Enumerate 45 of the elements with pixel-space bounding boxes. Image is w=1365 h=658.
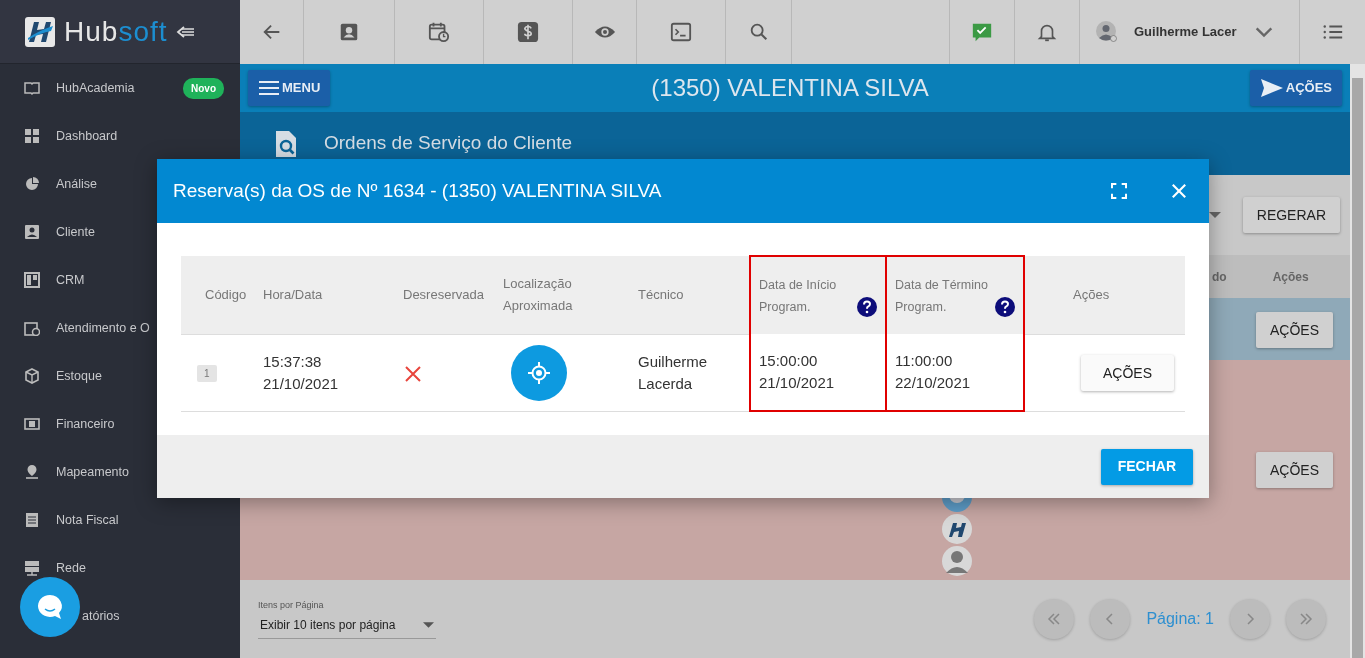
column-header: Data de Início Program. (759, 276, 838, 316)
column-header: Ações (1073, 286, 1110, 302)
table-cell-text: 21/10/2021 (759, 373, 836, 393)
section-title: Ordens de Serviço do Cliente (324, 131, 573, 156)
column-header: Desreservada (403, 286, 484, 302)
actions-button[interactable]: AÇÕES (1256, 312, 1333, 348)
menu-item-label[interactable]: Nota Fiscal (56, 510, 119, 530)
menu-item-label[interactable]: HubAcademia (56, 78, 135, 98)
menu-item-label[interactable]: Estoque (56, 366, 102, 386)
column-header: Data de Término Program. (895, 276, 989, 316)
menu-item-label[interactable]: Dashboard (56, 126, 118, 146)
table-cell-text: Guilherme Lacerda (638, 351, 709, 394)
column-header: Ações (1272, 268, 1309, 286)
column-header: do (1212, 268, 1227, 286)
column-header: Localização Aproximada (503, 275, 573, 313)
column-header: Código (205, 286, 247, 302)
code-badge: 1 (197, 364, 217, 382)
menu-button[interactable]: MENU (248, 70, 331, 106)
user-name[interactable]: Guilherme Lacer (1134, 22, 1237, 42)
menu-item-label[interactable]: atórios (82, 606, 120, 626)
regenerate-button[interactable]: REGERAR (1242, 197, 1340, 233)
menu-item-label[interactable]: Atendimento e O (56, 318, 150, 338)
table-cell-text: 15:00:00 (759, 351, 819, 371)
actions-button[interactable]: AÇÕES (1081, 354, 1174, 391)
logo-text: Hubsoft (64, 14, 168, 49)
actions-button[interactable]: AÇÕES (1256, 452, 1333, 488)
dialog-title: Reserva(s) da OS de Nº 1634 - (1350) VALENTINA SILVA (173, 178, 663, 203)
table-cell-text: 15:37:38 (263, 351, 323, 372)
table-cell-text: 22/10/2021 (895, 373, 972, 393)
actions-button[interactable]: AÇÕES (1249, 70, 1342, 106)
page-indicator: Página: 1 (1146, 609, 1214, 629)
menu-item-label[interactable]: CRM (56, 270, 85, 290)
items-per-page-select[interactable]: Exibir 10 itens por página (258, 612, 436, 640)
menu-item-label[interactable]: Rede (56, 558, 86, 578)
new-badge: Novo (183, 77, 224, 99)
items-per-page-label: Itens por Página (258, 598, 325, 612)
menu-item-label[interactable]: Cliente (56, 222, 95, 242)
menu-item-label[interactable]: Mapeamento (56, 462, 129, 482)
menu-item-label[interactable]: Financeiro (56, 414, 115, 434)
column-header: Técnico (638, 286, 684, 302)
menu-item-label[interactable]: Análise (56, 174, 97, 194)
table-cell-text: 11:00:00 (895, 351, 954, 371)
column-header: Hora/Data (263, 286, 323, 302)
table-cell-text: 21/10/2021 (263, 373, 340, 394)
client-title: (1350) VALENTINA SILVA (650, 73, 930, 103)
